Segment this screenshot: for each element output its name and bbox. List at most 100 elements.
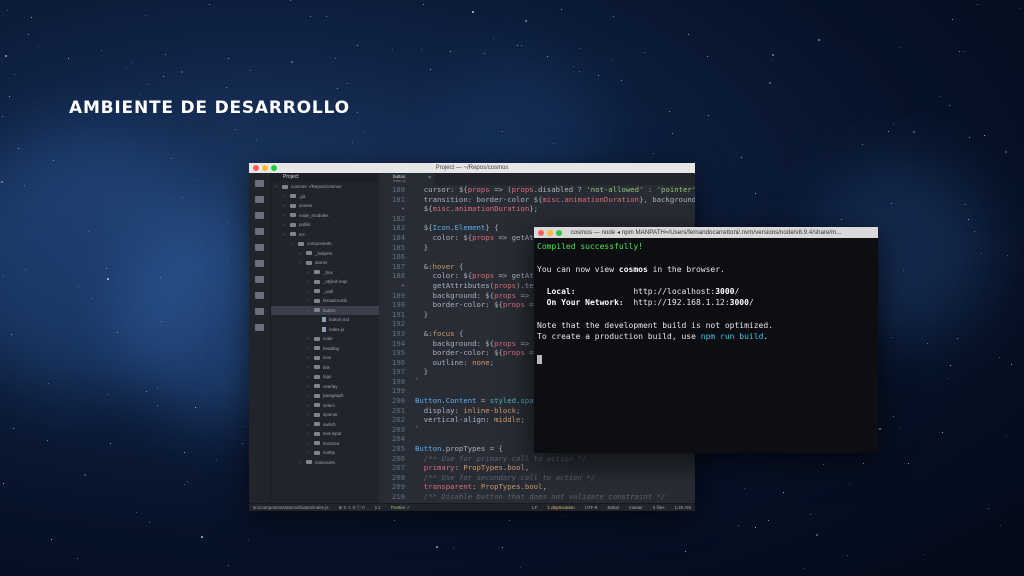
status-position[interactable]: 1:1 (375, 504, 381, 511)
chevron-right-icon[interactable]: › (307, 353, 314, 363)
tree-folder-item[interactable]: › logo (271, 372, 379, 382)
close-button[interactable] (253, 165, 259, 171)
tree-folder-item[interactable]: › components (271, 239, 379, 249)
chevron-right-icon[interactable]: › (307, 277, 314, 287)
tree-folder-item[interactable]: › molecules (271, 458, 379, 468)
chevron-right-icon[interactable]: › (307, 287, 314, 297)
search-icon[interactable] (255, 244, 264, 251)
chevron-right-icon[interactable]: › (307, 391, 314, 401)
chevron-right-icon[interactable]: › (307, 344, 314, 354)
chevron-right-icon[interactable]: › (307, 448, 314, 458)
chevron-right-icon[interactable]: › (283, 201, 290, 211)
status-files[interactable]: 0 files (653, 504, 665, 511)
tree-folder-item[interactable]: › button (271, 305, 379, 316)
code-line[interactable]: 181 transition: border-color ${misc.anim… (379, 195, 695, 205)
chevron-right-icon[interactable]: › (307, 420, 314, 430)
terminal-maximize-button[interactable] (556, 229, 562, 236)
window-controls[interactable] (253, 165, 277, 171)
status-counts[interactable]: ⊗ 0 ⚠ 0 ⓘ 0 (339, 504, 365, 511)
terminal-minimize-button[interactable] (547, 229, 553, 236)
chevron-right-icon[interactable]: › (307, 334, 314, 344)
tree-folder-item[interactable]: › switch (271, 420, 379, 430)
chevron-right-icon[interactable]: › (275, 182, 282, 192)
chevron-right-icon[interactable]: › (307, 429, 314, 439)
tree-file-item[interactable]: button.md (271, 315, 379, 325)
tree-folder-item[interactable]: › _styled-reqs (271, 277, 379, 287)
chevron-right-icon[interactable]: › (299, 458, 306, 468)
status-path[interactable]: src/components/atoms/button/index.js (253, 504, 329, 511)
chevron-right-icon[interactable]: › (307, 439, 314, 449)
project-tree[interactable]: Project › cosmos ~/Repos/cosmos › .git › asse… (271, 173, 379, 503)
status-lang[interactable]: Babel (607, 504, 619, 511)
file-icon[interactable] (255, 180, 264, 187)
tree-file-item[interactable]: index.js (271, 325, 379, 335)
status-deprecation[interactable]: 1 deprecation (547, 504, 574, 511)
chevron-right-icon[interactable]: › (283, 211, 290, 221)
shuffle-icon[interactable] (255, 260, 264, 267)
folder-icon[interactable] (255, 196, 264, 203)
sitemap-icon[interactable] (255, 276, 264, 283)
tree-folder-item[interactable]: › public (271, 220, 379, 230)
tree-folder-item[interactable]: › select (271, 401, 379, 411)
tree-folder-item[interactable]: › heading (271, 344, 379, 354)
code-line[interactable]: 208 /** Use for secondary call to action… (379, 473, 695, 483)
terminal-window-controls[interactable] (538, 229, 562, 236)
tree-folder-item[interactable]: › cosmos ~/Repos/cosmos (271, 182, 379, 192)
tree-folder-item[interactable]: › text-input (271, 429, 379, 439)
code-line[interactable]: 182 (379, 214, 695, 224)
minimize-button[interactable] (262, 165, 268, 171)
tree-folder-item[interactable]: › overlay (271, 382, 379, 392)
status-lf[interactable]: LF (532, 504, 537, 511)
tree-folder-item[interactable]: › _wall (271, 287, 379, 297)
tree-folder-item[interactable]: › paragraph (271, 391, 379, 401)
chevron-right-icon[interactable]: › (307, 410, 314, 420)
chevron-right-icon[interactable]: › (307, 306, 314, 316)
sliders-icon[interactable] (255, 324, 264, 331)
tree-folder-item[interactable]: › src (271, 230, 379, 240)
tree-folder-item[interactable]: › assets (271, 201, 379, 211)
status-branch[interactable]: master (629, 504, 643, 511)
tree-folder-item[interactable]: › tooltip (271, 448, 379, 458)
chevron-right-icon[interactable]: › (283, 220, 290, 230)
tree-folder-item[interactable]: › spinner (271, 410, 379, 420)
code-line[interactable]: 206 /** Use for primary call to action *… (379, 454, 695, 464)
status-encoding[interactable]: UTF-8 (585, 504, 598, 511)
chevron-right-icon[interactable]: › (307, 268, 314, 278)
maximize-button[interactable] (271, 165, 277, 171)
close-tab-icon[interactable]: × (428, 175, 431, 181)
tab-button-index[interactable]: button index.js × (379, 173, 435, 185)
code-line[interactable]: 209 transparent: PropTypes.bool, (379, 482, 695, 492)
archive-icon[interactable] (255, 228, 264, 235)
tree-folder-item[interactable]: › breadcrumb (271, 296, 379, 306)
chevron-right-icon[interactable]: › (307, 372, 314, 382)
code-line[interactable]: • ${misc.animationDuration}; (379, 204, 695, 214)
status-prettier[interactable]: Prettier ✓ (391, 504, 411, 511)
code-line[interactable]: 210 /** Disable button that does not val… (379, 492, 695, 502)
tree-folder-item[interactable]: › atoms (271, 258, 379, 268)
chevron-right-icon[interactable]: › (299, 258, 306, 268)
branch-icon[interactable] (255, 308, 264, 315)
chevron-right-icon[interactable]: › (307, 382, 314, 392)
chevron-right-icon[interactable]: › (291, 239, 298, 249)
chevron-right-icon[interactable]: › (283, 192, 290, 202)
tree-folder-item[interactable]: › node_modules (271, 211, 379, 221)
chevron-right-icon[interactable]: › (299, 249, 306, 259)
tree-folder-item[interactable]: › .git (271, 192, 379, 202)
tree-folder-item[interactable]: › _box (271, 268, 379, 278)
chevron-right-icon[interactable]: › (307, 401, 314, 411)
code-line[interactable]: 207 primary: PropTypes.bool, (379, 463, 695, 473)
tree-folder-item[interactable]: › link (271, 363, 379, 373)
terminal-close-button[interactable] (538, 229, 544, 236)
terminal-output[interactable]: Compiled successfully! You can now view … (534, 238, 878, 368)
terminal-window[interactable]: cosmos — node ◂ npm MANPATH=/Users/ferna… (534, 227, 878, 453)
chevron-right-icon[interactable]: › (307, 363, 314, 373)
chevron-right-icon[interactable]: › (283, 230, 290, 240)
columns-icon[interactable] (255, 292, 264, 299)
tree-folder-item[interactable]: › code (271, 334, 379, 344)
download-icon[interactable] (255, 212, 264, 219)
tree-folder-item[interactable]: › _helpers (271, 249, 379, 259)
code-line[interactable]: 180 cursor: ${props => (props.disabled ?… (379, 185, 695, 195)
chevron-right-icon[interactable]: › (307, 296, 314, 306)
tree-folder-item[interactable]: › textarea (271, 439, 379, 449)
tree-folder-item[interactable]: › icon (271, 353, 379, 363)
